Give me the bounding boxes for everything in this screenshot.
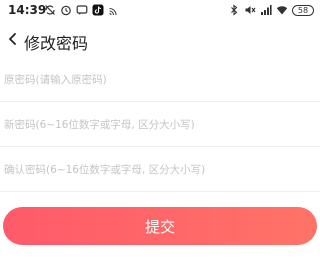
confirm-password-field[interactable] (4, 148, 314, 192)
message-icon (76, 5, 88, 15)
mute-icon (245, 6, 256, 14)
alarm-icon (61, 5, 71, 16)
status-time: 14:39 (8, 3, 47, 17)
status-left-icons (44, 3, 120, 17)
cast-icon (109, 7, 117, 16)
tiktok-icon (92, 4, 104, 16)
nav-bar: 修改密码 (0, 22, 320, 56)
signal-icon (261, 5, 272, 15)
wifi-icon (276, 6, 288, 15)
page-title: 修改密码 (24, 34, 89, 53)
old-password-row (0, 58, 320, 102)
confirm-password-row (0, 148, 320, 192)
submit-button[interactable]: 提交 (3, 207, 317, 245)
chevron-left-icon (9, 33, 16, 45)
battery-icon: 58 (292, 4, 314, 16)
bluetooth-icon (231, 4, 238, 16)
new-password-field[interactable] (4, 103, 314, 147)
old-password-field[interactable] (4, 58, 314, 102)
back-button[interactable] (2, 28, 24, 50)
sync-off-icon (45, 5, 55, 15)
status-right-icons: 58 (228, 3, 314, 17)
status-bar: 14:39 58 (0, 0, 320, 20)
new-password-row (0, 103, 320, 147)
